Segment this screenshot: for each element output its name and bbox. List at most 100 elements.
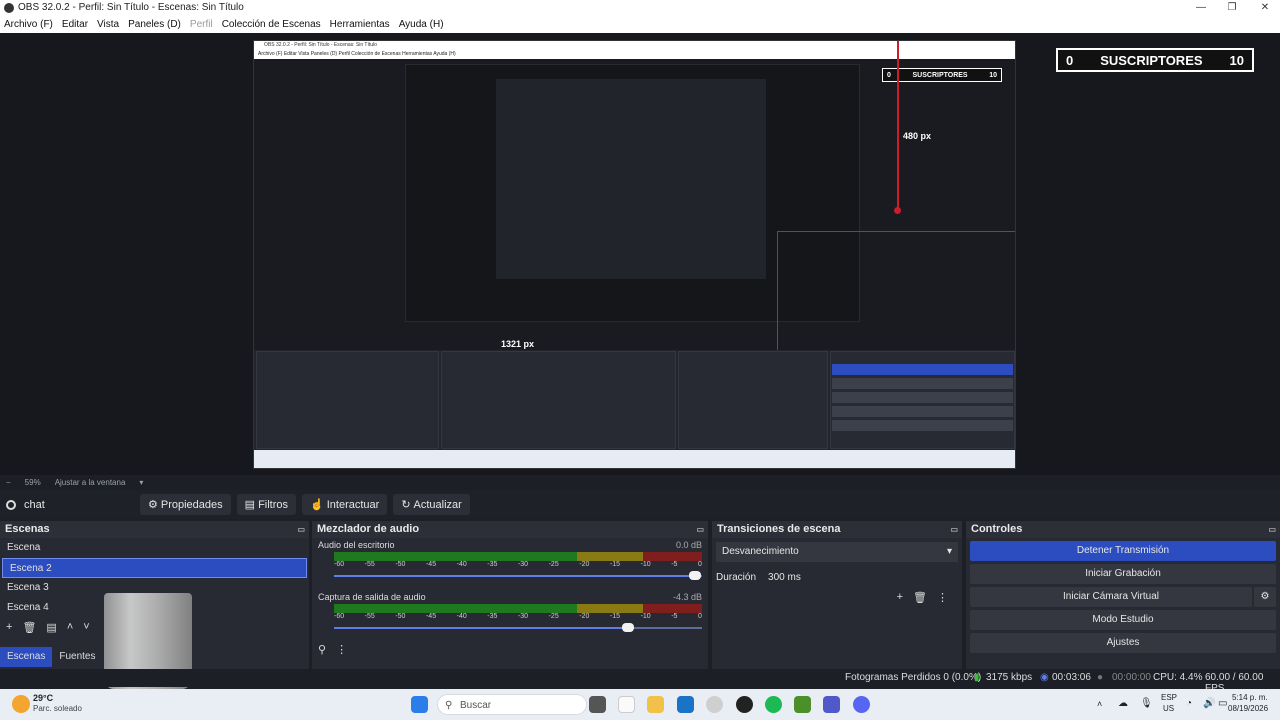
tab-sources[interactable]: Fuentes	[52, 647, 102, 667]
clock-date[interactable]: 08/19/2026	[1228, 704, 1268, 713]
meter-ticks: -60 -55 -50 -45 -40 -35 -30 -25 -20 -15 -10 -5 0	[334, 613, 702, 620]
region-code[interactable]: US	[1163, 704, 1174, 713]
volume-slider-knob[interactable]	[688, 571, 701, 580]
network-icon[interactable]: ◔	[1186, 698, 1192, 709]
stop-stream-button[interactable]: Detener Transmisión	[970, 541, 1276, 561]
trash-icon[interactable]: 🗑	[22, 621, 36, 634]
discord-icon[interactable]	[853, 696, 870, 713]
channel-name: Captura de salida de audio	[318, 592, 426, 602]
refresh-button[interactable]: ↻ Actualizar	[393, 494, 470, 515]
add-icon[interactable]: +	[897, 591, 903, 603]
properties-button[interactable]: ⚙ Propiedades	[140, 494, 231, 515]
weather-icon	[12, 695, 30, 713]
program-preview[interactable]: OBS 32.0.2 - Perfil: Sin Título - Escena…	[253, 40, 1016, 469]
menu-docks[interactable]: Paneles (D)	[128, 19, 181, 30]
more-icon[interactable]: ⋮	[937, 591, 948, 604]
menu-view[interactable]: Vista	[97, 19, 119, 30]
more-icon[interactable]: ⋮	[336, 643, 347, 656]
subs-small-right: 10	[989, 71, 997, 79]
chevron-up-icon[interactable]: ˄	[67, 621, 73, 633]
volume-slider[interactable]	[334, 622, 702, 634]
tab-scenes[interactable]: Escenas	[0, 647, 53, 667]
trash-icon[interactable]: 🗑	[913, 591, 927, 604]
scene-item[interactable]: Escena	[0, 538, 309, 558]
scenes-tabs: Escenas Fuentes	[0, 647, 103, 667]
zoom-bar: − 59% Ajustar a la ventana ▾	[0, 475, 1280, 489]
menu-edit[interactable]: Editar	[62, 19, 88, 30]
gear-icon[interactable]: ⚙	[1254, 587, 1276, 607]
subscribers-widget-small: 0 SUSCRIPTORES 10	[882, 68, 1002, 82]
scenes-dock: Escenas ▭ Escena Escena 2 Escena 3 Escen…	[0, 521, 309, 689]
chevron-down-icon[interactable]: ▾	[139, 478, 143, 487]
weather-desc: Parc. soleado	[33, 704, 82, 713]
cloud-icon[interactable]: ☁	[1118, 698, 1128, 709]
outlook-icon[interactable]	[677, 696, 694, 713]
add-icon[interactable]: +	[6, 621, 12, 633]
source-name-label: chat	[24, 498, 45, 511]
status-bar: Fotogramas Perdidos 0 (0.0%) ▮ 3175 kbps…	[0, 669, 1280, 694]
menu-tools[interactable]: Herramientas	[330, 19, 390, 30]
refresh-label: Actualizar	[413, 498, 462, 511]
volume-slider-knob[interactable]	[622, 623, 635, 632]
zoom-out-button[interactable]: −	[6, 478, 11, 487]
link-icon[interactable]: ⚲	[318, 643, 326, 656]
transitions-header: Transiciones de escena ▭	[712, 521, 962, 538]
menu-scene-collection[interactable]: Colección de Escenas	[222, 19, 321, 30]
language-code[interactable]: ESP	[1161, 693, 1177, 702]
chevron-up-icon[interactable]: ˄	[1097, 699, 1102, 709]
close-button[interactable]: ✕	[1250, 0, 1280, 15]
spotify-icon[interactable]	[765, 696, 782, 713]
taskbar-search[interactable]: ⚲ Buscar	[437, 694, 587, 715]
windows-start-icon[interactable]	[411, 696, 428, 713]
volume-slider[interactable]	[334, 570, 702, 582]
filter-icon[interactable]: ▤	[46, 621, 56, 634]
minecraft-icon[interactable]	[794, 696, 811, 713]
start-recording-button[interactable]: Iniciar Grabación	[970, 564, 1276, 584]
menu-profile[interactable]: Perfil	[190, 19, 213, 30]
duration-row: Duración 300 ms	[712, 566, 962, 588]
interact-button[interactable]: ☝ Interactuar	[302, 494, 388, 515]
file-explorer-icon[interactable]	[647, 696, 664, 713]
nested-title: OBS 32.0.2 - Perfil: Sin Título - Escena…	[254, 41, 1015, 49]
menu-help[interactable]: Ayuda (H)	[399, 19, 444, 30]
chevron-down-icon: ▾	[946, 546, 952, 557]
controls-header: Controles ▭	[966, 521, 1280, 538]
duration-input[interactable]: 300 ms	[768, 572, 801, 583]
volume-icon[interactable]: 🔊	[1203, 698, 1215, 709]
battery-icon[interactable]: ▭	[1218, 698, 1227, 709]
start-virtual-cam-button[interactable]: Iniciar Cámara Virtual	[970, 587, 1252, 607]
scene-item-selected[interactable]: Escena 2	[2, 558, 307, 578]
notepad-icon[interactable]	[618, 696, 635, 713]
mic-icon[interactable]: 🎙	[1140, 698, 1153, 709]
browser-icon[interactable]	[706, 696, 723, 713]
task-view-icon[interactable]	[589, 696, 606, 713]
pointer-icon: ☝	[310, 499, 324, 511]
undock-icon[interactable]: ▭	[297, 521, 305, 538]
channel-db: 0.0 dB	[675, 540, 702, 550]
settings-button[interactable]: Ajustes	[970, 633, 1276, 653]
subs-right-value: 10	[1229, 52, 1244, 68]
minimize-button[interactable]: —	[1186, 0, 1216, 15]
undock-icon[interactable]: ▭	[950, 521, 958, 538]
clock-time[interactable]: 5:14 p. m.	[1232, 693, 1268, 702]
cpu-usage: CPU: 4.4%	[1153, 672, 1203, 683]
channel-db: -4.3 dB	[672, 592, 702, 602]
maximize-button[interactable]: ❐	[1217, 0, 1247, 15]
chevron-down-icon[interactable]: ˅	[83, 621, 89, 633]
width-label: 1321 px	[501, 339, 535, 349]
subs-small-label: SUSCRIPTORES	[912, 71, 968, 79]
menu-file[interactable]: Archivo (F)	[4, 19, 53, 30]
zoom-fit-select[interactable]: Ajustar a la ventana	[55, 478, 126, 487]
subscribers-widget: 0 SUSCRIPTORES 10	[1056, 48, 1254, 72]
gear-icon: ⚙	[148, 499, 158, 511]
studio-mode-button[interactable]: Modo Estudio	[970, 610, 1276, 630]
undock-icon[interactable]: ▭	[1268, 521, 1276, 538]
obs-taskbar-icon[interactable]	[736, 696, 753, 713]
menu-bar: Archivo (F) Editar Vista Paneles (D) Per…	[0, 15, 1280, 33]
guide-handle	[894, 207, 901, 214]
filters-button[interactable]: ▤ Filtros	[236, 494, 297, 515]
undock-icon[interactable]: ▭	[696, 521, 704, 538]
transition-select[interactable]: Desvanecimiento ▾	[716, 542, 958, 562]
guide-vertical	[897, 41, 899, 211]
teams-icon[interactable]	[823, 696, 840, 713]
